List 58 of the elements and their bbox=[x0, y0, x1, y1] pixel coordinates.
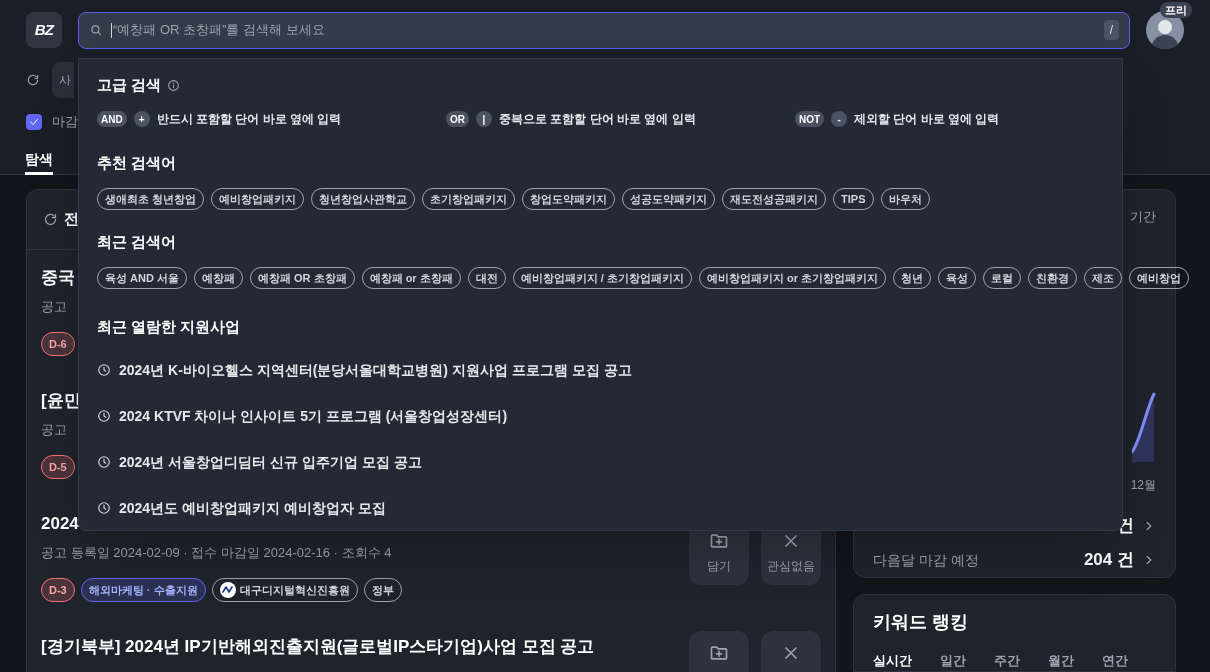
operator-symbol: | bbox=[476, 111, 492, 127]
deadline-badge: D-6 bbox=[41, 332, 75, 356]
recent-notice-link[interactable]: 2024년 서울창업디딤터 신규 입주기업 모집 공고 bbox=[119, 451, 422, 473]
folder-plus-icon bbox=[709, 643, 729, 663]
logo[interactable]: BZ bbox=[26, 12, 62, 48]
notice-meta: 공고 bbox=[41, 421, 68, 438]
operator-description: 제외할 단어 바로 옆에 입력 bbox=[854, 111, 1000, 128]
axis-label: 12월 bbox=[1130, 477, 1156, 494]
checkbox-label: 마감 bbox=[52, 113, 78, 132]
recent-notice-link[interactable]: 2024 KTVF 차이나 인사이트 5기 프로그램 (서울창업성장센터) bbox=[119, 405, 508, 427]
clock-icon bbox=[97, 455, 111, 469]
stat-row[interactable]: 다음달 마감 예정 204 건 bbox=[873, 543, 1156, 577]
notice-meta: 공고 등록일 2024-02-09 · 접수 마감일 2024-02-16 · 조회수 4 bbox=[41, 544, 393, 561]
notice-title[interactable]: 중국 bbox=[41, 267, 75, 289]
search-icon bbox=[89, 23, 103, 37]
operator-symbol: - bbox=[831, 111, 848, 127]
operator-description: 중복으로 포함할 단어 바로 옆에 입력 bbox=[499, 111, 696, 128]
clock-icon bbox=[97, 409, 111, 423]
recent-notice-link[interactable]: 2024년도 예비창업패키지 예비창업자 모집 bbox=[119, 497, 386, 519]
operator-description: 반드시 포함할 단어 바로 옆에 입력 bbox=[156, 111, 342, 128]
operator-badge: OR bbox=[446, 111, 469, 127]
period-label: 기간 bbox=[1130, 208, 1156, 227]
list-title: 전 bbox=[64, 209, 79, 230]
plan-badge: 프리 bbox=[1160, 2, 1192, 18]
clock-icon bbox=[97, 363, 111, 377]
checkbox[interactable] bbox=[26, 114, 42, 130]
search-input[interactable]: “예창패 OR 초창패”를 검색해 보세요 bbox=[113, 20, 1104, 40]
text-cursor bbox=[111, 22, 112, 38]
operator-badge: NOT bbox=[795, 111, 825, 127]
operator-badge: AND bbox=[97, 111, 127, 127]
folder-plus-icon bbox=[709, 531, 729, 551]
shortcut-key: / bbox=[1103, 20, 1119, 40]
section-title: 최근 검색어 bbox=[97, 231, 177, 252]
section-title: 고급 검색 bbox=[97, 74, 162, 95]
search-field[interactable]: “예창패 OR 초창패”를 검색해 보세요 / bbox=[78, 11, 1130, 49]
deadline-badge: D-3 bbox=[41, 578, 75, 602]
deadline-badge: D-5 bbox=[41, 455, 75, 479]
check-icon bbox=[28, 116, 40, 128]
tab[interactable]: 실시간 bbox=[873, 651, 912, 671]
tab[interactable]: 주간 bbox=[994, 651, 1020, 671]
ranking-title: 키워드 랭킹 bbox=[873, 611, 969, 633]
category-tag: 해외마케팅 · 수출지원 bbox=[80, 578, 206, 602]
notice-title[interactable]: [경기북부] 2024년 IP기반해외진출지원(글로벌IP스타기업)사업 모집 공고 bbox=[41, 636, 595, 658]
trend-line bbox=[1132, 390, 1156, 462]
clock-icon bbox=[97, 501, 111, 515]
section-title: 추천 검색어 bbox=[97, 152, 177, 173]
tab[interactable]: 일간 bbox=[940, 651, 966, 671]
section-title: 최근 열람한 지원사업 bbox=[97, 316, 241, 337]
info-icon[interactable] bbox=[167, 78, 181, 92]
operator-symbol: + bbox=[133, 111, 150, 127]
tab[interactable]: 월간 bbox=[1048, 651, 1074, 671]
refresh-icon[interactable] bbox=[26, 73, 40, 87]
filter-button[interactable]: 사 bbox=[52, 62, 74, 98]
tab[interactable]: 연간 bbox=[1102, 651, 1128, 671]
agency-logo-icon bbox=[219, 582, 236, 598]
recent-notice-link[interactable]: 2024년 K-바이오헬스 지역센터(분당서울대학교병원) 지원사업 프로그램 모집 공고 bbox=[119, 359, 632, 381]
refresh-icon[interactable] bbox=[43, 212, 58, 227]
notice-meta: 공고 bbox=[41, 298, 68, 315]
